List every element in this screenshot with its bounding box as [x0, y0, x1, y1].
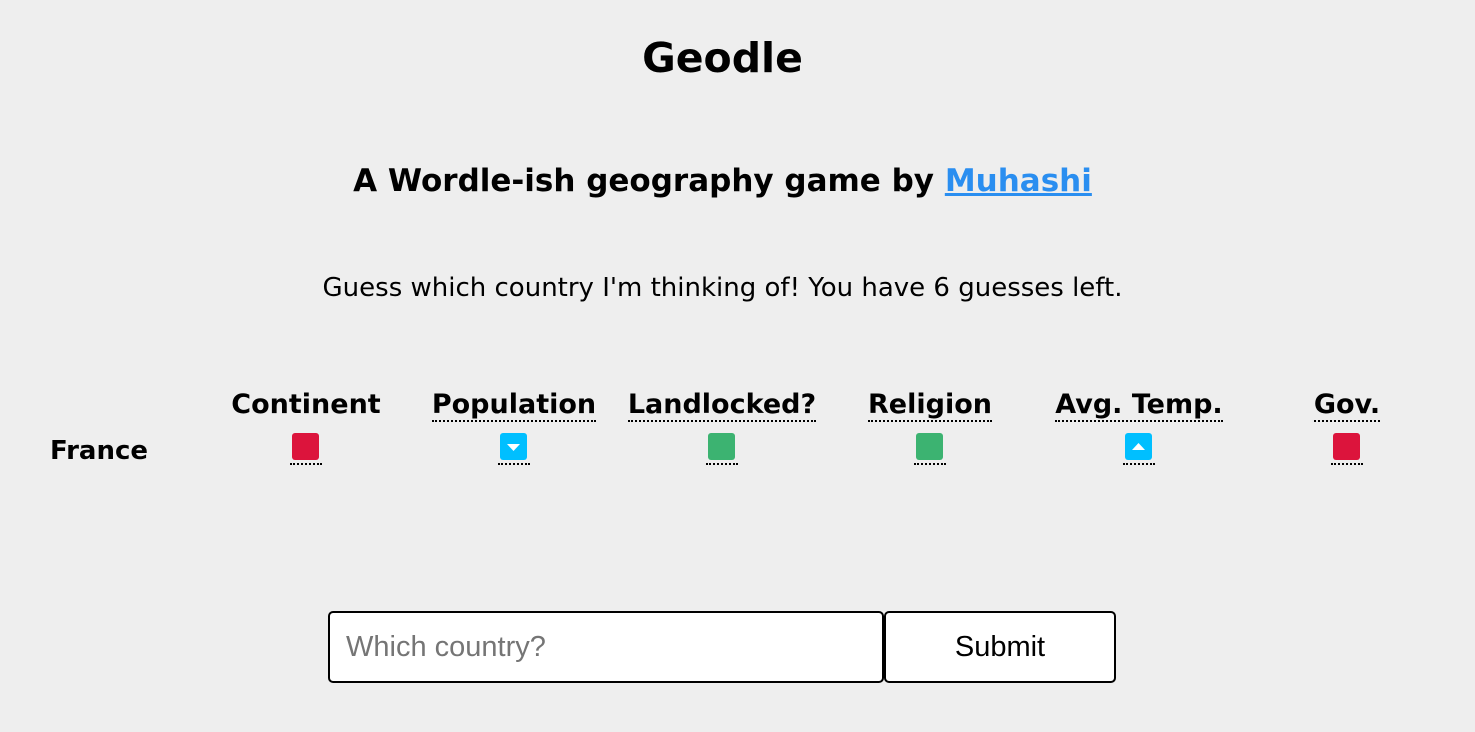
column-header-label[interactable]: Religion: [868, 389, 992, 422]
column-header-landlocked[interactable]: Landlocked?: [612, 388, 832, 422]
hint-tile: [1125, 433, 1152, 460]
column-header-label: Continent: [231, 389, 381, 420]
column-header-label[interactable]: Population: [431, 389, 597, 422]
column-header-population[interactable]: Population: [404, 388, 624, 422]
subtitle-text: A Wordle-ish geography game by: [353, 163, 945, 199]
column-header-label[interactable]: Avg. Temp.: [1055, 389, 1223, 422]
result-tile-avg-temp[interactable]: [1123, 432, 1155, 465]
column-header-religion[interactable]: Religion: [820, 388, 1040, 422]
column-header-avg-temp[interactable]: Avg. Temp.: [1029, 388, 1249, 422]
arrow-up-icon: [1132, 443, 1145, 450]
page-title: Geodle: [642, 34, 803, 82]
arrow-down-icon: [507, 444, 520, 451]
result-tile-religion[interactable]: [914, 432, 946, 465]
hint-tile: [500, 433, 527, 460]
result-tile-gov[interactable]: [1331, 432, 1363, 465]
instructions-text: Guess which country I'm thinking of! You…: [322, 273, 1123, 303]
column-header-label[interactable]: Gov.: [1313, 389, 1381, 422]
result-tile-population[interactable]: [498, 432, 530, 465]
author-link[interactable]: Muhashi: [945, 163, 1092, 199]
column-header-continent: Continent: [196, 388, 416, 422]
wrong-tile: [292, 433, 319, 460]
correct-tile: [916, 433, 943, 460]
result-tile-continent[interactable]: [290, 432, 322, 465]
column-header-label[interactable]: Landlocked?: [627, 389, 817, 422]
game-page: Geodle A Wordle-ish geography game by Mu…: [0, 0, 1475, 732]
correct-tile: [708, 433, 735, 460]
submit-button[interactable]: Submit: [884, 611, 1116, 683]
guess-country-name: France: [50, 436, 149, 466]
subtitle: A Wordle-ish geography game by Muhashi: [0, 163, 1445, 199]
country-input[interactable]: [328, 611, 884, 683]
result-tile-landlocked[interactable]: [706, 432, 738, 465]
column-header-gov[interactable]: Gov.: [1237, 388, 1457, 422]
wrong-tile: [1333, 433, 1360, 460]
